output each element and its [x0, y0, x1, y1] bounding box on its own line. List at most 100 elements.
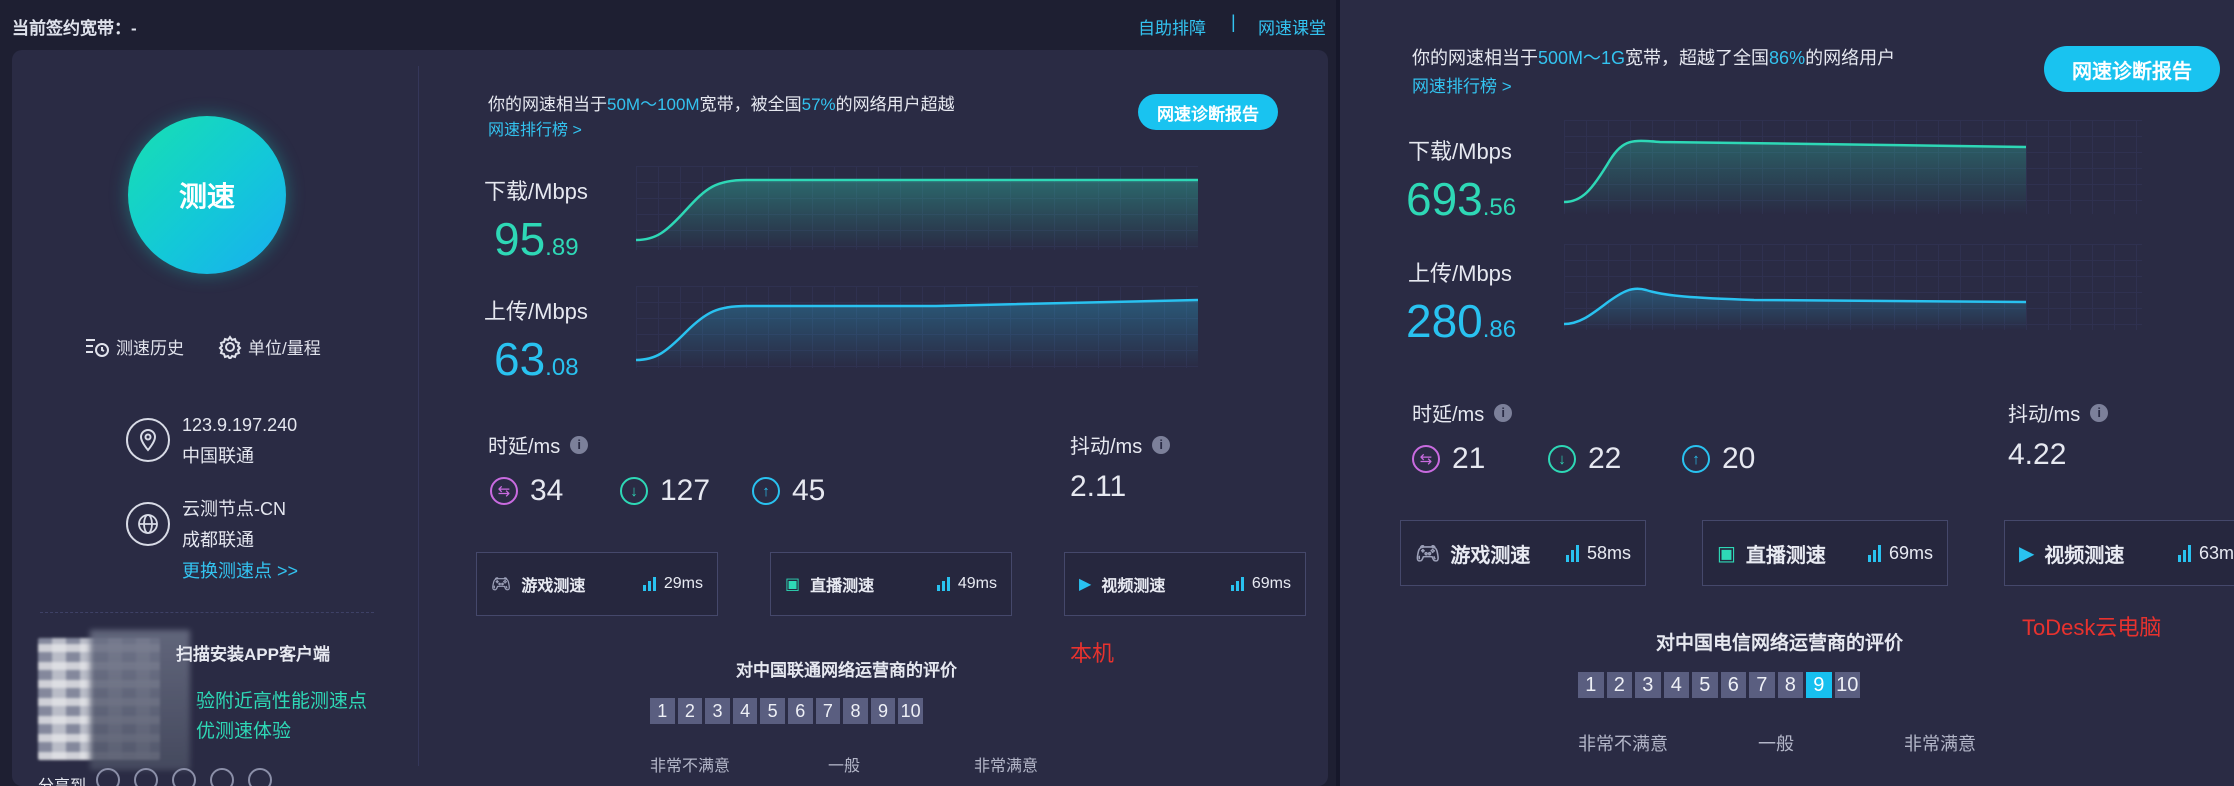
summary-percent: 57% — [801, 95, 836, 114]
signal-icon — [936, 577, 950, 591]
rating-scale: 1 2 3 4 5 6 7 8 9 10 — [650, 698, 923, 724]
signal-icon — [2177, 544, 2191, 562]
rating-title: 对中国联通网络运营商的评价 — [736, 661, 957, 680]
summary-speed: 500M～1G — [1538, 48, 1626, 68]
rating-option-6[interactable]: 6 — [1720, 672, 1746, 698]
rating-option-1[interactable]: 1 — [650, 698, 675, 724]
rating-option-5[interactable]: 5 — [1692, 672, 1718, 698]
rating-option-10[interactable]: 10 — [898, 698, 923, 724]
signal-icon — [1867, 544, 1881, 562]
rating-option-4[interactable]: 4 — [732, 698, 758, 724]
ip-info: 123.9.197.240 中国联通 — [126, 410, 297, 472]
upload-value: 280.86 — [1406, 294, 1516, 348]
latency-download: ↓ 22 — [1548, 442, 1621, 476]
share-wechat-icon[interactable] — [96, 768, 120, 786]
live-test-button[interactable]: ▣ 直播测速 49ms — [770, 552, 1012, 616]
node-info: 云测节点-CN 成都联通 更换测速点 >> — [126, 494, 298, 587]
rating-option-1[interactable]: 1 — [1578, 672, 1604, 698]
upload-value: 63.08 — [494, 332, 579, 386]
latency-value: 34 — [530, 474, 564, 507]
gamepad-icon: 🎮︎ — [491, 576, 512, 593]
topbar-separator: | — [1231, 12, 1236, 32]
latency-value: 21 — [1452, 442, 1486, 475]
plan-label: 当前签约宽带：- — [12, 19, 137, 38]
test-name: 直播测速 — [1745, 544, 1826, 567]
test-ms: 29ms — [663, 575, 703, 592]
rating-option-9[interactable]: 9 — [1806, 672, 1832, 698]
share-weibo-icon[interactable] — [134, 768, 158, 786]
swap-icon: ⇆ — [490, 477, 518, 505]
change-node-link[interactable]: 更换测速点 >> — [182, 556, 298, 587]
latency-upload: ↑ 45 — [752, 474, 825, 508]
location-icon — [126, 418, 170, 462]
live-test-button[interactable]: ▣ 直播测速 69ms — [1702, 520, 1948, 586]
diagnosis-report-button[interactable]: 网速诊断报告 — [2044, 46, 2220, 92]
rank-link[interactable]: 网速排行榜 > — [488, 116, 582, 140]
isp-name: 中国联通 — [182, 446, 254, 466]
share-link-icon[interactable] — [248, 768, 272, 786]
rating-option-3[interactable]: 3 — [1635, 672, 1661, 698]
history-button[interactable]: 测速历史 — [84, 334, 184, 359]
rating-option-3[interactable]: 3 — [705, 698, 730, 724]
jitter-header: 抖动/ms i — [2008, 398, 2109, 427]
download-area — [1564, 140, 2026, 214]
signal-icon — [642, 577, 656, 591]
rating-mid: 一般 — [1758, 734, 1794, 754]
unit-button[interactable]: 单位/量程 — [218, 334, 321, 359]
test-ms: 49ms — [957, 575, 997, 592]
history-label: 测速历史 — [116, 339, 184, 358]
video-test-button[interactable]: ▶ 视频测速 63m — [2004, 520, 2234, 586]
info-icon[interactable]: i — [2090, 403, 2109, 422]
download-value: 693.56 — [1406, 172, 1516, 226]
video-test-button[interactable]: ▶ 视频测速 69ms — [1064, 552, 1306, 616]
rating-option-8[interactable]: 8 — [843, 698, 868, 724]
game-test-button[interactable]: 🎮︎ 游戏测速 58ms — [1400, 520, 1646, 586]
share-label: 分享到 — [38, 772, 86, 786]
test-name: 视频测速 — [2044, 544, 2125, 567]
up-arrow-icon: ↑ — [1682, 445, 1710, 473]
info-icon[interactable]: i — [570, 435, 589, 454]
rating-option-2[interactable]: 2 — [677, 698, 703, 724]
latency-value: 45 — [792, 474, 826, 507]
side-divider-dashed — [40, 612, 374, 613]
video-icon: ▶ — [1079, 576, 1092, 593]
latency-header: 时延/ms i — [488, 430, 589, 459]
game-test-button[interactable]: 🎮︎ 游戏测速 29ms — [476, 552, 718, 616]
latency-download: ↓ 127 — [620, 474, 710, 508]
rating-option-7[interactable]: 7 — [1749, 672, 1775, 698]
share-qq-icon[interactable] — [172, 768, 196, 786]
app-line2: 优测速体验 — [196, 721, 292, 742]
jitter-header: 抖动/ms i — [1070, 430, 1171, 459]
diagnosis-report-button[interactable]: 网速诊断报告 — [1138, 94, 1278, 130]
rating-option-10[interactable]: 10 — [1834, 672, 1860, 698]
info-icon[interactable]: i — [1152, 435, 1171, 454]
download-chart — [636, 178, 1198, 250]
gamepad-icon: 🎮︎ — [1415, 542, 1441, 565]
test-ms: 69ms — [1888, 542, 1933, 563]
speed-class-link[interactable]: 网速课堂 — [1258, 14, 1326, 39]
upload-dec: .86 — [1482, 316, 1517, 343]
rating-option-8[interactable]: 8 — [1777, 672, 1803, 698]
share-qzone-icon[interactable] — [210, 768, 234, 786]
info-icon[interactable]: i — [1494, 403, 1513, 422]
rating-mid: 一般 — [828, 758, 861, 775]
rating-option-6[interactable]: 6 — [787, 698, 813, 724]
download-value: 95.89 — [494, 212, 579, 266]
rating-option-5[interactable]: 5 — [760, 698, 785, 724]
jitter-value: 4.22 — [2008, 438, 2067, 471]
summary-text: 的网络用户超越 — [835, 95, 955, 114]
globe-icon — [126, 502, 170, 546]
rating-option-7[interactable]: 7 — [815, 698, 841, 724]
latency-label: 时延/ms — [488, 436, 561, 458]
rating-option-9[interactable]: 9 — [870, 698, 896, 724]
rating-option-2[interactable]: 2 — [1606, 672, 1632, 698]
blurred-overlay — [90, 630, 190, 770]
start-test-button[interactable]: 测速 — [128, 116, 286, 274]
self-help-link[interactable]: 自助排障 — [1138, 14, 1206, 39]
local-note: 本机 — [1070, 641, 1115, 666]
node-name: 云测节点-CN — [182, 499, 286, 519]
rating-scale: 1 2 3 4 5 6 7 8 9 10 — [1578, 672, 1860, 698]
rating-option-4[interactable]: 4 — [1663, 672, 1689, 698]
rank-link[interactable]: 网速排行榜 > — [1412, 72, 1512, 97]
signal-icon — [1230, 577, 1244, 591]
